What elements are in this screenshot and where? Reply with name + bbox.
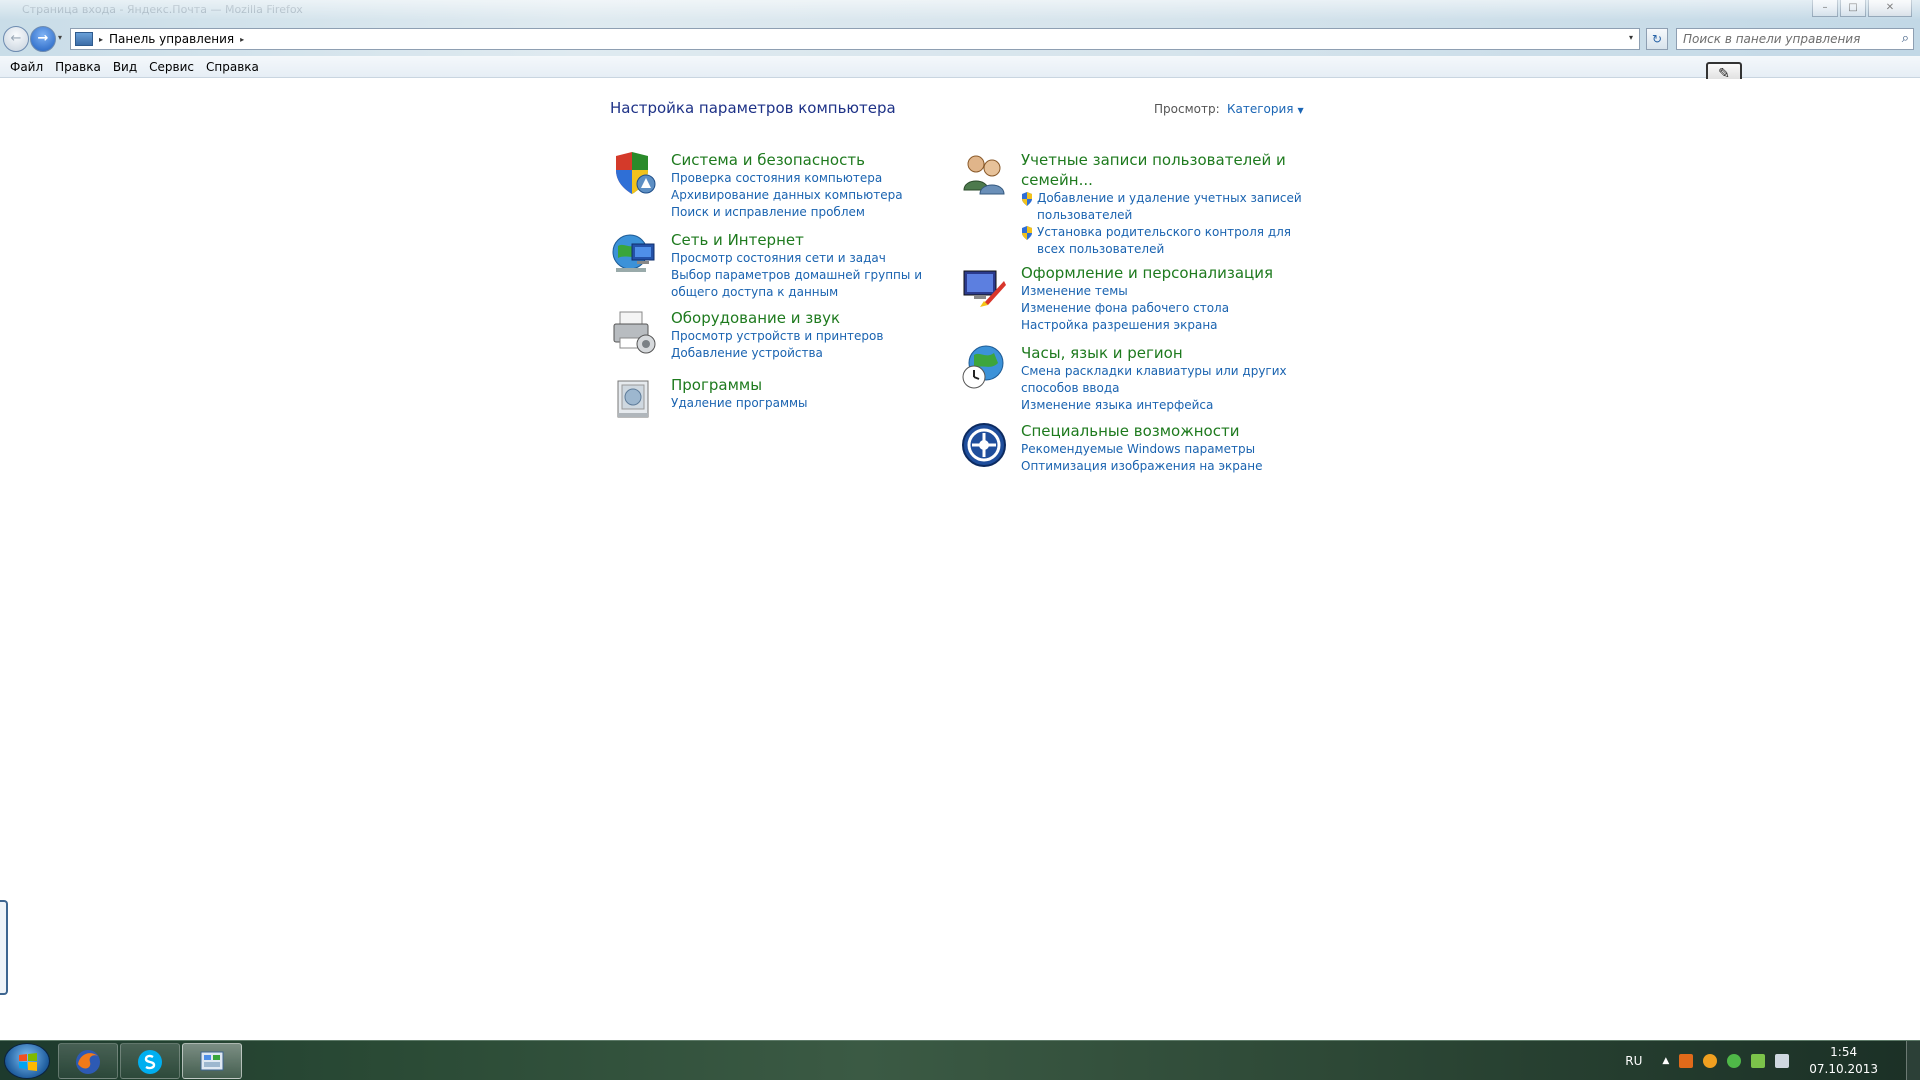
link-devices-printers[interactable]: Просмотр устройств и принтеров (671, 328, 961, 345)
personalization-icon[interactable] (960, 263, 1008, 311)
uac-shield-icon (1022, 226, 1032, 240)
maximize-button[interactable]: □ (1840, 0, 1866, 17)
firefox-icon (76, 1050, 100, 1074)
link-display-language[interactable]: Изменение языка интерфейса (1021, 397, 1311, 414)
security-shield-icon[interactable] (610, 150, 658, 198)
system-tray: RU ▲ 1:54 07.10.2013 (1625, 1041, 1920, 1081)
link-keyboard-layout[interactable]: Смена раскладки клавиатуры или других сп… (1021, 363, 1311, 397)
page-title: Настройка параметров компьютера (610, 99, 896, 117)
link-add-remove-accounts-label[interactable]: Добавление и удаление учетных записей по… (1037, 190, 1311, 224)
category-title-hardware-sound[interactable]: Оборудование и звук (671, 308, 961, 328)
printer-icon[interactable] (610, 308, 658, 356)
windows-logo-icon (19, 1053, 37, 1071)
link-parental-controls-label[interactable]: Установка родительского контроля для все… (1037, 224, 1311, 258)
category-title-appearance[interactable]: Оформление и персонализация (1021, 263, 1311, 283)
link-check-status[interactable]: Проверка состояния компьютера (671, 170, 961, 187)
category-title-ease-of-access[interactable]: Специальные возможности (1021, 421, 1311, 441)
category-title-clock-region[interactable]: Часы, язык и регион (1021, 343, 1311, 363)
window-title: Страница входа - Яндекс.Почта — Mozilla … (22, 3, 303, 16)
minimize-button[interactable]: – (1812, 0, 1838, 17)
show-desktop-button[interactable] (1906, 1041, 1920, 1081)
category-title-user-accounts[interactable]: Учетные записи пользователей и семейн... (1021, 150, 1311, 190)
menu-edit[interactable]: Правка (49, 60, 107, 74)
taskbar: RU ▲ 1:54 07.10.2013 (0, 1040, 1920, 1081)
link-network-status[interactable]: Просмотр состояния сети и задач (671, 250, 961, 267)
link-recommended-settings[interactable]: Рекомендуемые Windows параметры (1021, 441, 1311, 458)
search-icon[interactable]: ⌕ (1902, 31, 1909, 46)
clock-date: 07.10.2013 (1809, 1062, 1878, 1076)
network-globe-icon[interactable] (610, 230, 658, 278)
view-by-dropdown[interactable]: Категория ▼ (1227, 102, 1304, 116)
menu-file[interactable]: Файл (4, 60, 49, 74)
menu-help[interactable]: Справка (200, 60, 265, 74)
breadcrumb-separator[interactable]: ▸ (240, 35, 244, 44)
link-optimize-display[interactable]: Оптимизация изображения на экране (1021, 458, 1311, 475)
tray-action-center-icon[interactable] (1775, 1054, 1790, 1068)
breadcrumb-separator[interactable]: ▸ (99, 35, 103, 44)
recent-pages-dropdown[interactable]: ▾ (58, 33, 62, 42)
programs-icon[interactable] (610, 375, 658, 423)
taskbar-skype[interactable] (120, 1043, 180, 1079)
link-uninstall-program[interactable]: Удаление программы (671, 395, 961, 412)
refresh-button[interactable]: ↻ (1646, 28, 1668, 50)
window-titlebar: Страница входа - Яндекс.Почта — Mozilla … (0, 0, 1920, 60)
link-homegroup[interactable]: Выбор параметров домашней группы и общег… (671, 267, 961, 301)
link-add-device[interactable]: Добавление устройства (671, 345, 961, 362)
view-by-label: Просмотр: (1154, 102, 1220, 116)
menu-tools[interactable]: Сервис (143, 60, 200, 74)
link-troubleshoot[interactable]: Поиск и исправление проблем (671, 204, 961, 221)
breadcrumb-control-panel[interactable]: Панель управления (109, 32, 234, 46)
window-controls: – □ ✕ (1812, 0, 1912, 17)
link-change-theme[interactable]: Изменение темы (1021, 283, 1311, 300)
tray-app-icon[interactable] (1679, 1054, 1694, 1068)
clock[interactable]: 1:54 07.10.2013 (1809, 1044, 1878, 1078)
uac-shield-icon (1022, 192, 1032, 206)
search-placeholder: Поиск в панели управления (1683, 32, 1861, 46)
control-panel-icon (75, 32, 93, 46)
menu-view[interactable]: Вид (107, 60, 143, 74)
link-backup[interactable]: Архивирование данных компьютера (671, 187, 961, 204)
users-icon[interactable] (960, 150, 1008, 198)
taskbar-firefox[interactable] (58, 1043, 118, 1079)
link-add-remove-accounts[interactable]: Добавление и удаление учетных записей по… (1021, 190, 1311, 224)
skype-icon (138, 1050, 162, 1074)
taskbar-control-panel[interactable] (182, 1043, 242, 1079)
view-by-value[interactable]: Категория (1227, 102, 1294, 116)
clock-time: 1:54 (1830, 1045, 1858, 1059)
menu-bar: Файл Правка Вид Сервис Справка (0, 56, 1920, 78)
address-dropdown-icon[interactable]: ▾ (1629, 33, 1633, 42)
category-title-network-internet[interactable]: Сеть и Интернет (671, 230, 961, 250)
forward-button[interactable]: → (30, 26, 56, 52)
control-panel-icon (200, 1051, 224, 1071)
globe-clock-icon[interactable] (960, 343, 1008, 391)
language-indicator[interactable]: RU (1625, 1054, 1642, 1068)
back-button[interactable]: ← (3, 26, 29, 52)
address-bar[interactable]: ▸ Панель управления ▸ ▾ (70, 28, 1640, 50)
show-hidden-icons-icon[interactable]: ▲ (1662, 1056, 1669, 1066)
tray-update-icon[interactable] (1703, 1054, 1718, 1068)
side-panel-handle[interactable] (0, 900, 8, 995)
control-panel-content: Настройка параметров компьютера Просмотр… (0, 79, 1920, 1039)
link-change-wallpaper[interactable]: Изменение фона рабочего стола (1021, 300, 1311, 317)
ease-of-access-icon[interactable] (960, 421, 1008, 469)
tray-utorrent-icon[interactable] (1727, 1054, 1742, 1068)
dropdown-caret-icon[interactable]: ▼ (1298, 106, 1304, 115)
category-title-programs[interactable]: Программы (671, 375, 961, 395)
link-screen-resolution[interactable]: Настройка разрешения экрана (1021, 317, 1311, 334)
start-button[interactable] (4, 1043, 50, 1079)
category-title-system-security[interactable]: Система и безопасность (671, 150, 961, 170)
search-input[interactable]: Поиск в панели управления ⌕ (1676, 28, 1914, 50)
link-parental-controls[interactable]: Установка родительского контроля для все… (1021, 224, 1311, 258)
tray-network-icon[interactable] (1751, 1054, 1766, 1068)
close-button[interactable]: ✕ (1868, 0, 1912, 17)
